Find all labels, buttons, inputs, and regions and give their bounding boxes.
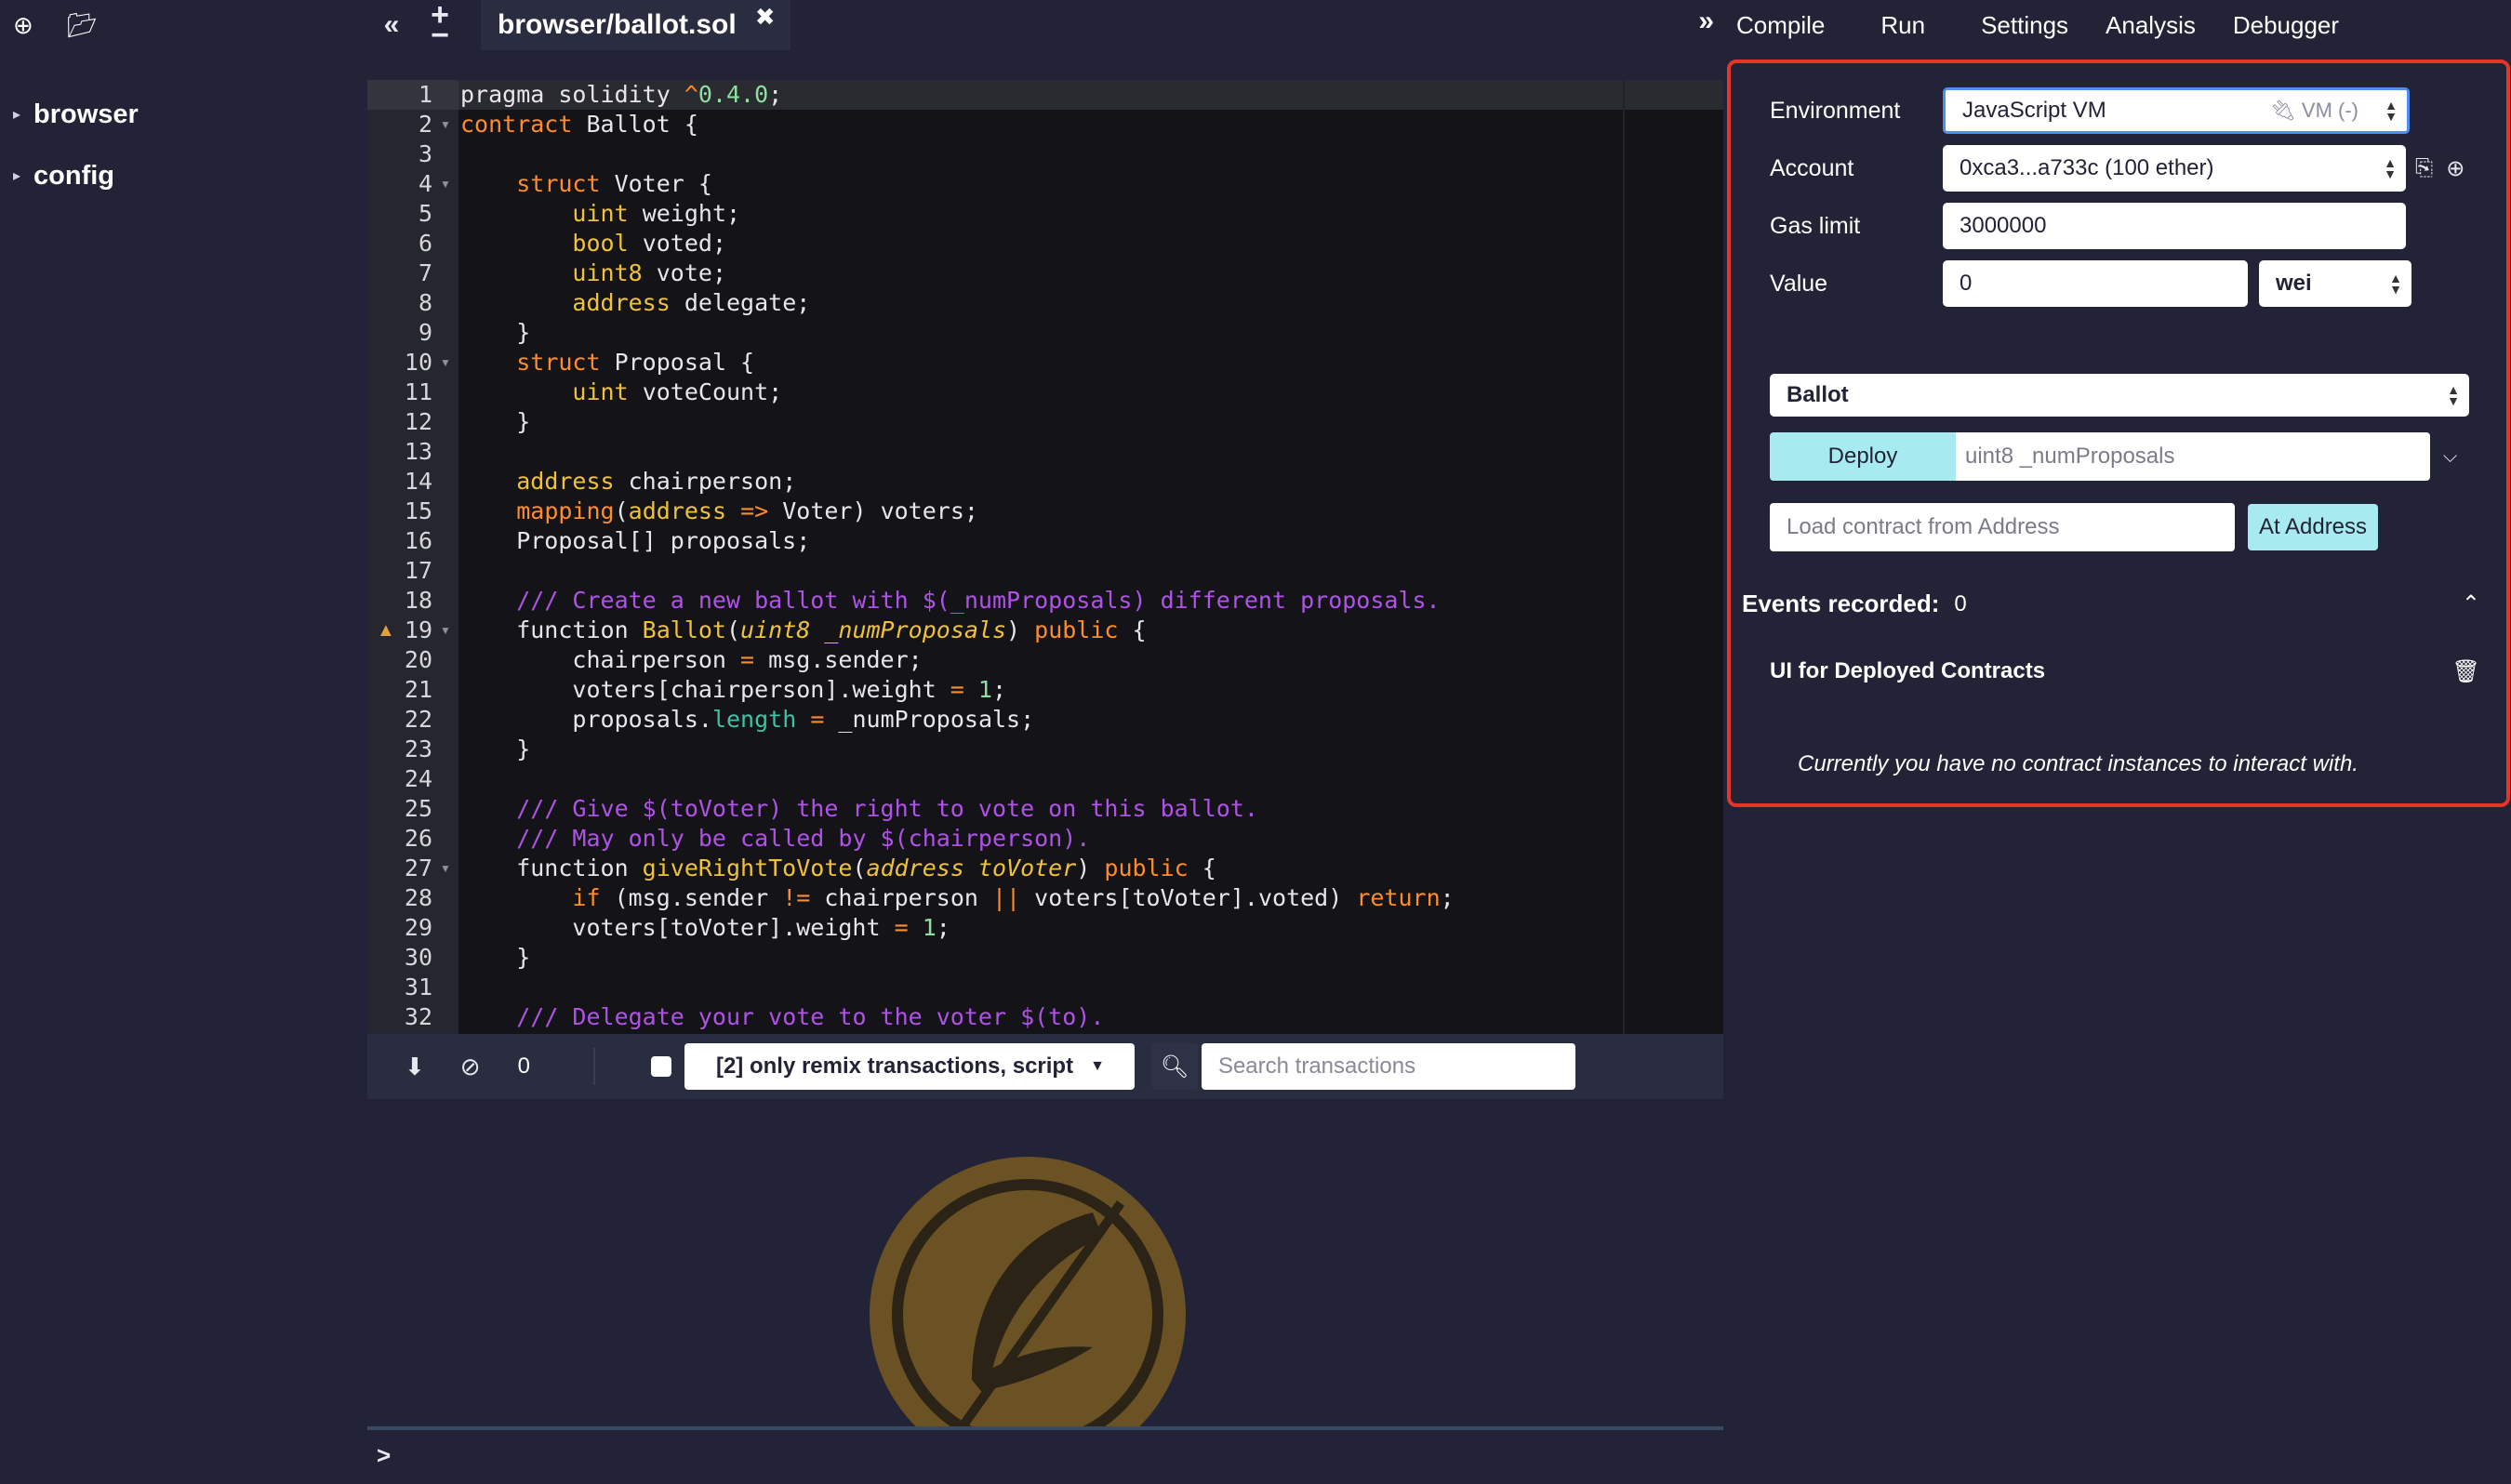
tree-item-label: browser: [33, 99, 139, 129]
search-transactions-input[interactable]: [1201, 1043, 1575, 1090]
load-address-input[interactable]: [1770, 503, 2235, 551]
select-arrows-icon: ▲ ▼: [2447, 382, 2460, 408]
gas-limit-input[interactable]: 3000000: [1943, 203, 2406, 249]
deploy-button[interactable]: Deploy: [1770, 432, 1956, 481]
listen-network-checkbox[interactable]: [650, 1056, 671, 1077]
value-unit-select[interactable]: wei ▲ ▼: [2259, 260, 2411, 307]
at-address-button[interactable]: At Address: [2248, 504, 2378, 550]
select-arrows-icon: ▲ ▼: [2384, 155, 2397, 181]
remix-logo: [870, 1157, 1186, 1426]
tree-item-config[interactable]: ▸ config: [13, 145, 139, 206]
pending-tx-count: 0: [517, 1053, 530, 1079]
clear-console-icon[interactable]: ⊘: [460, 1053, 481, 1081]
editor-column: « + − browser/ballot.sol ✖ » 1 2 ▼ 3 4 ▼ 5 …: [367, 0, 1723, 1484]
plug-icon: 🔌︎: [2269, 99, 2296, 122]
chevron-up-icon[interactable]: ⌃: [2462, 590, 2480, 617]
contract-select[interactable]: Ballot ▲ ▼: [1770, 374, 2469, 417]
select-arrows-icon: ▲ ▼: [2385, 98, 2398, 124]
close-icon[interactable]: ✖: [755, 3, 776, 32]
value-input[interactable]: 0: [1943, 260, 2248, 307]
file-tab-title: browser/ballot.sol: [498, 9, 737, 40]
minimize-terminal-icon[interactable]: ⬇︎: [405, 1053, 425, 1081]
editor-tab-bar: « + − browser/ballot.sol ✖ »: [367, 0, 1723, 51]
run-panel: Compile Run Settings Analysis Debugger E…: [1723, 0, 2511, 1484]
collapse-left-icon[interactable]: «: [367, 0, 416, 50]
run-settings-box: Environment JavaScript VM 🔌︎ VM (-) ▲ ▼ A…: [1727, 60, 2510, 807]
caret-right-icon: ▸: [13, 168, 21, 184]
account-select[interactable]: 0xca3...a733c (100 ether) ▲ ▼: [1943, 145, 2406, 192]
tree-item-label: config: [33, 160, 115, 191]
plus-circle-icon[interactable]: ⊕: [2446, 155, 2464, 182]
transaction-filter-dropdown[interactable]: [2] only remix transactions, script ▼: [684, 1043, 1135, 1090]
tab-compile[interactable]: Compile: [1736, 11, 1843, 40]
panel-tabs: Compile Run Settings Analysis Debugger: [1736, 11, 2358, 40]
code-editor[interactable]: 1 2 ▼ 3 4 ▼ 5 6 7 8 9 10 ▼ 11 12 13 14 15 1…: [367, 80, 1723, 1034]
caret-right-icon: ▸: [13, 107, 21, 123]
copy-icon[interactable]: ⎘: [2415, 155, 2433, 181]
events-count: 0: [1954, 590, 1967, 616]
tab-analysis[interactable]: Analysis: [2087, 11, 2214, 40]
terminal-toolbar: ⬇︎ ⊘ 0 [2] only remix transactions, scri…: [367, 1034, 1723, 1099]
file-explorer-panel: ⊕ 📂︎ ▸ browser ▸ config: [0, 0, 367, 1484]
terminal-output: [367, 1099, 1723, 1426]
tab-run[interactable]: Run: [1843, 11, 1962, 40]
chevron-down-icon[interactable]: ⌵: [2443, 446, 2457, 468]
expand-right-icon[interactable]: »: [1698, 6, 1714, 37]
events-recorded-label: Events recorded:: [1742, 590, 1940, 617]
filter-label: [2] only remix transactions, script: [715, 1053, 1074, 1079]
select-arrows-icon: ▲ ▼: [2389, 271, 2402, 297]
search-icon[interactable]: 🔍︎: [1150, 1043, 1198, 1090]
open-folder-icon[interactable]: 📂︎: [67, 11, 98, 40]
zoom-icon[interactable]: + −: [416, 0, 464, 51]
trash-icon[interactable]: 🗑︎: [2452, 658, 2480, 685]
environment-label: Environment: [1770, 97, 1901, 124]
create-file-icon[interactable]: ⊕: [13, 11, 33, 40]
tab-settings[interactable]: Settings: [1962, 11, 2087, 40]
file-tree: ▸ browser ▸ config: [13, 84, 139, 206]
gas-limit-label: Gas limit: [1770, 212, 1861, 239]
account-label: Account: [1770, 154, 1854, 181]
caret-down-icon: ▼: [1090, 1058, 1105, 1074]
remix-ide: ⊕ 📂︎ ▸ browser ▸ config « + − browser/bal…: [0, 0, 2511, 1484]
tree-item-browser[interactable]: ▸ browser: [13, 84, 139, 145]
code-lines: pragma solidity ^0.4.0; contract Ballot …: [458, 80, 1723, 1034]
value-label: Value: [1770, 270, 1828, 297]
line-gutter: 1 2 ▼ 3 4 ▼ 5 6 7 8 9 10 ▼ 11 12 13 14 15 1…: [367, 80, 458, 1034]
deployed-contracts-title: UI for Deployed Contracts: [1770, 658, 2046, 683]
file-tab[interactable]: browser/ballot.sol ✖: [481, 0, 790, 50]
tab-debugger[interactable]: Debugger: [2214, 11, 2358, 40]
deploy-params-input[interactable]: uint8 _numProposals: [1956, 432, 2430, 481]
no-instances-message: Currently you have no contract instances…: [1798, 751, 2358, 776]
environment-select[interactable]: JavaScript VM 🔌︎ VM (-) ▲ ▼: [1943, 87, 2410, 134]
console-prompt[interactable]: >: [377, 1441, 391, 1470]
